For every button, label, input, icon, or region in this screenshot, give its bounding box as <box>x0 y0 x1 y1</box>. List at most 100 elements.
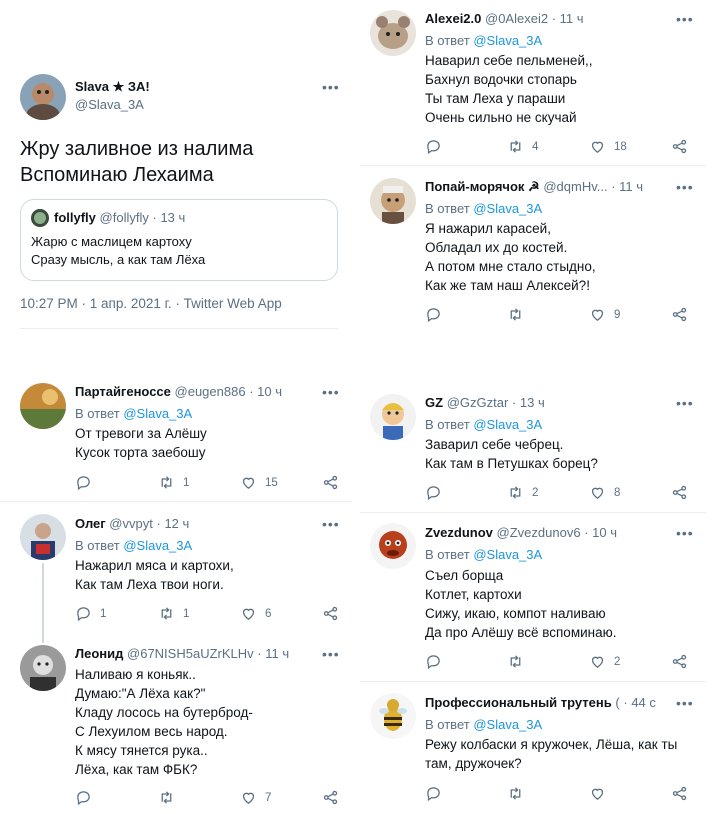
retweet-button[interactable]: 1 <box>158 474 189 491</box>
divider <box>360 681 706 682</box>
author-handle[interactable]: @eugen886 <box>175 384 246 399</box>
author-handle[interactable]: ( <box>615 695 619 710</box>
tweet-time[interactable]: 11 ч <box>560 11 584 26</box>
author-handle[interactable]: @0Alexei2 <box>485 11 548 26</box>
mention-link[interactable]: @Slava_3A <box>123 538 192 553</box>
share-button[interactable] <box>322 474 339 491</box>
share-button[interactable] <box>671 138 688 155</box>
avatar[interactable] <box>370 394 416 440</box>
divider <box>360 512 706 513</box>
tweet-time[interactable]: 13 ч <box>520 395 545 410</box>
retweet-button[interactable] <box>158 789 183 806</box>
author-handle[interactable]: @Zvezdunov6 <box>497 525 581 540</box>
reply-button[interactable] <box>425 306 450 323</box>
reply-button[interactable] <box>425 653 450 670</box>
avatar[interactable] <box>20 383 66 429</box>
author-handle[interactable]: @Slava_3A <box>75 97 144 112</box>
more-icon[interactable]: ••• <box>676 180 696 194</box>
author-name[interactable]: Zvezdunov <box>425 525 493 540</box>
share-button[interactable] <box>671 306 688 323</box>
reply-button[interactable] <box>425 785 450 802</box>
tweet-text-line: Нажарил мяса и картохи, <box>75 558 234 573</box>
more-icon[interactable]: ••• <box>676 696 696 710</box>
quote-tweet[interactable]: follyfly @follyfly · 13 ч Жарю с маслице… <box>20 199 338 281</box>
author-name[interactable]: Леонид <box>75 646 123 661</box>
avatar[interactable] <box>370 178 416 224</box>
author-handle[interactable]: @GzGztar <box>447 395 509 410</box>
tweet-time[interactable]: 11 ч <box>265 646 289 661</box>
retweet-button[interactable] <box>507 653 532 670</box>
tweet-time[interactable]: 44 с <box>631 695 656 710</box>
mention-link[interactable]: @Slava_3A <box>473 717 542 732</box>
author-name[interactable]: Alexei2.0 <box>425 11 481 26</box>
share-icon <box>672 485 687 500</box>
like-button[interactable]: 18 <box>589 138 627 155</box>
mention-link[interactable]: @Slava_3A <box>473 33 542 48</box>
avatar[interactable] <box>370 523 416 569</box>
mention-link[interactable]: @Slava_3A <box>123 406 192 421</box>
author-handle[interactable]: @67NISH5aUZrKLHv <box>127 646 254 661</box>
tweet-meta[interactable]: 10:27 PM · 1 апр. 2021 г. · Twitter Web … <box>20 295 282 313</box>
reply-button[interactable] <box>75 474 100 491</box>
author-name[interactable]: Олег <box>75 516 106 531</box>
like-button[interactable]: 2 <box>589 653 620 670</box>
share-button[interactable] <box>671 785 688 802</box>
mention-link[interactable]: @Slava_3A <box>473 417 542 432</box>
avatar[interactable] <box>370 693 416 739</box>
author-name[interactable]: Профессиональный трутень <box>425 695 612 710</box>
tweet-text-line: С Лехуилом весь народ. <box>75 724 228 739</box>
share-button[interactable] <box>671 484 688 501</box>
like-button[interactable]: 9 <box>589 306 620 323</box>
reply-icon <box>427 308 440 323</box>
reply-button[interactable] <box>425 484 450 501</box>
more-icon[interactable]: ••• <box>322 80 342 94</box>
share-button[interactable] <box>322 789 339 806</box>
mention-link[interactable]: @Slava_3A <box>473 547 542 562</box>
author-name[interactable]: Попай-морячок ☭ <box>425 179 540 194</box>
mention-link[interactable]: @Slava_3A <box>473 201 542 216</box>
avatar[interactable] <box>20 74 66 120</box>
like-button[interactable]: 15 <box>240 474 278 491</box>
like-icon <box>591 487 604 499</box>
avatar[interactable] <box>370 10 416 56</box>
tweet-time[interactable]: 12 ч <box>164 516 189 531</box>
reply-button[interactable] <box>425 138 450 155</box>
retweet-button[interactable] <box>507 306 532 323</box>
reply-button[interactable]: 1 <box>75 605 106 622</box>
like-button[interactable]: 7 <box>240 789 271 806</box>
more-icon[interactable]: ••• <box>676 396 696 410</box>
more-icon[interactable]: ••• <box>676 526 696 540</box>
more-icon[interactable]: ••• <box>676 12 696 26</box>
author-handle[interactable]: @vvpyt <box>109 516 153 531</box>
retweet-button[interactable] <box>507 785 532 802</box>
like-button[interactable]: 8 <box>589 484 620 501</box>
retweet-button[interactable]: 4 <box>507 138 538 155</box>
share-button[interactable] <box>671 653 688 670</box>
like-button[interactable] <box>589 785 614 802</box>
tweet-text-line: Ты там Леха у параши <box>425 91 566 106</box>
retweet-button[interactable]: 1 <box>158 605 189 622</box>
more-icon[interactable]: ••• <box>322 385 342 399</box>
tweet-time[interactable]: 10 ч <box>257 384 282 399</box>
author-name[interactable]: Партайгеноссе <box>75 384 171 399</box>
reply-button[interactable] <box>75 789 100 806</box>
reply-icon <box>427 140 440 155</box>
author-handle[interactable]: @dqmHv... <box>543 179 607 194</box>
like-icon <box>591 141 604 153</box>
avatar[interactable] <box>20 645 66 691</box>
tweet-time[interactable]: 11 ч <box>619 179 643 194</box>
retweet-button[interactable]: 2 <box>507 484 538 501</box>
reply-icon <box>427 655 440 670</box>
quote-author-handle: @follyfly <box>99 210 149 225</box>
quote-text-line: Жарю с маслицем картоху <box>31 234 192 249</box>
author-name[interactable]: GZ <box>425 395 443 410</box>
author-name[interactable]: Slava ★ ЗА! <box>75 79 150 95</box>
like-button[interactable]: 6 <box>240 605 271 622</box>
more-icon[interactable]: ••• <box>322 647 342 661</box>
tweet-time[interactable]: 10 ч <box>592 525 617 540</box>
more-icon[interactable]: ••• <box>322 517 342 531</box>
share-button[interactable] <box>322 605 339 622</box>
avatar[interactable] <box>20 514 66 560</box>
reply-to-label: В ответ @Slava_3A <box>425 33 543 48</box>
reply-icon <box>77 607 90 622</box>
